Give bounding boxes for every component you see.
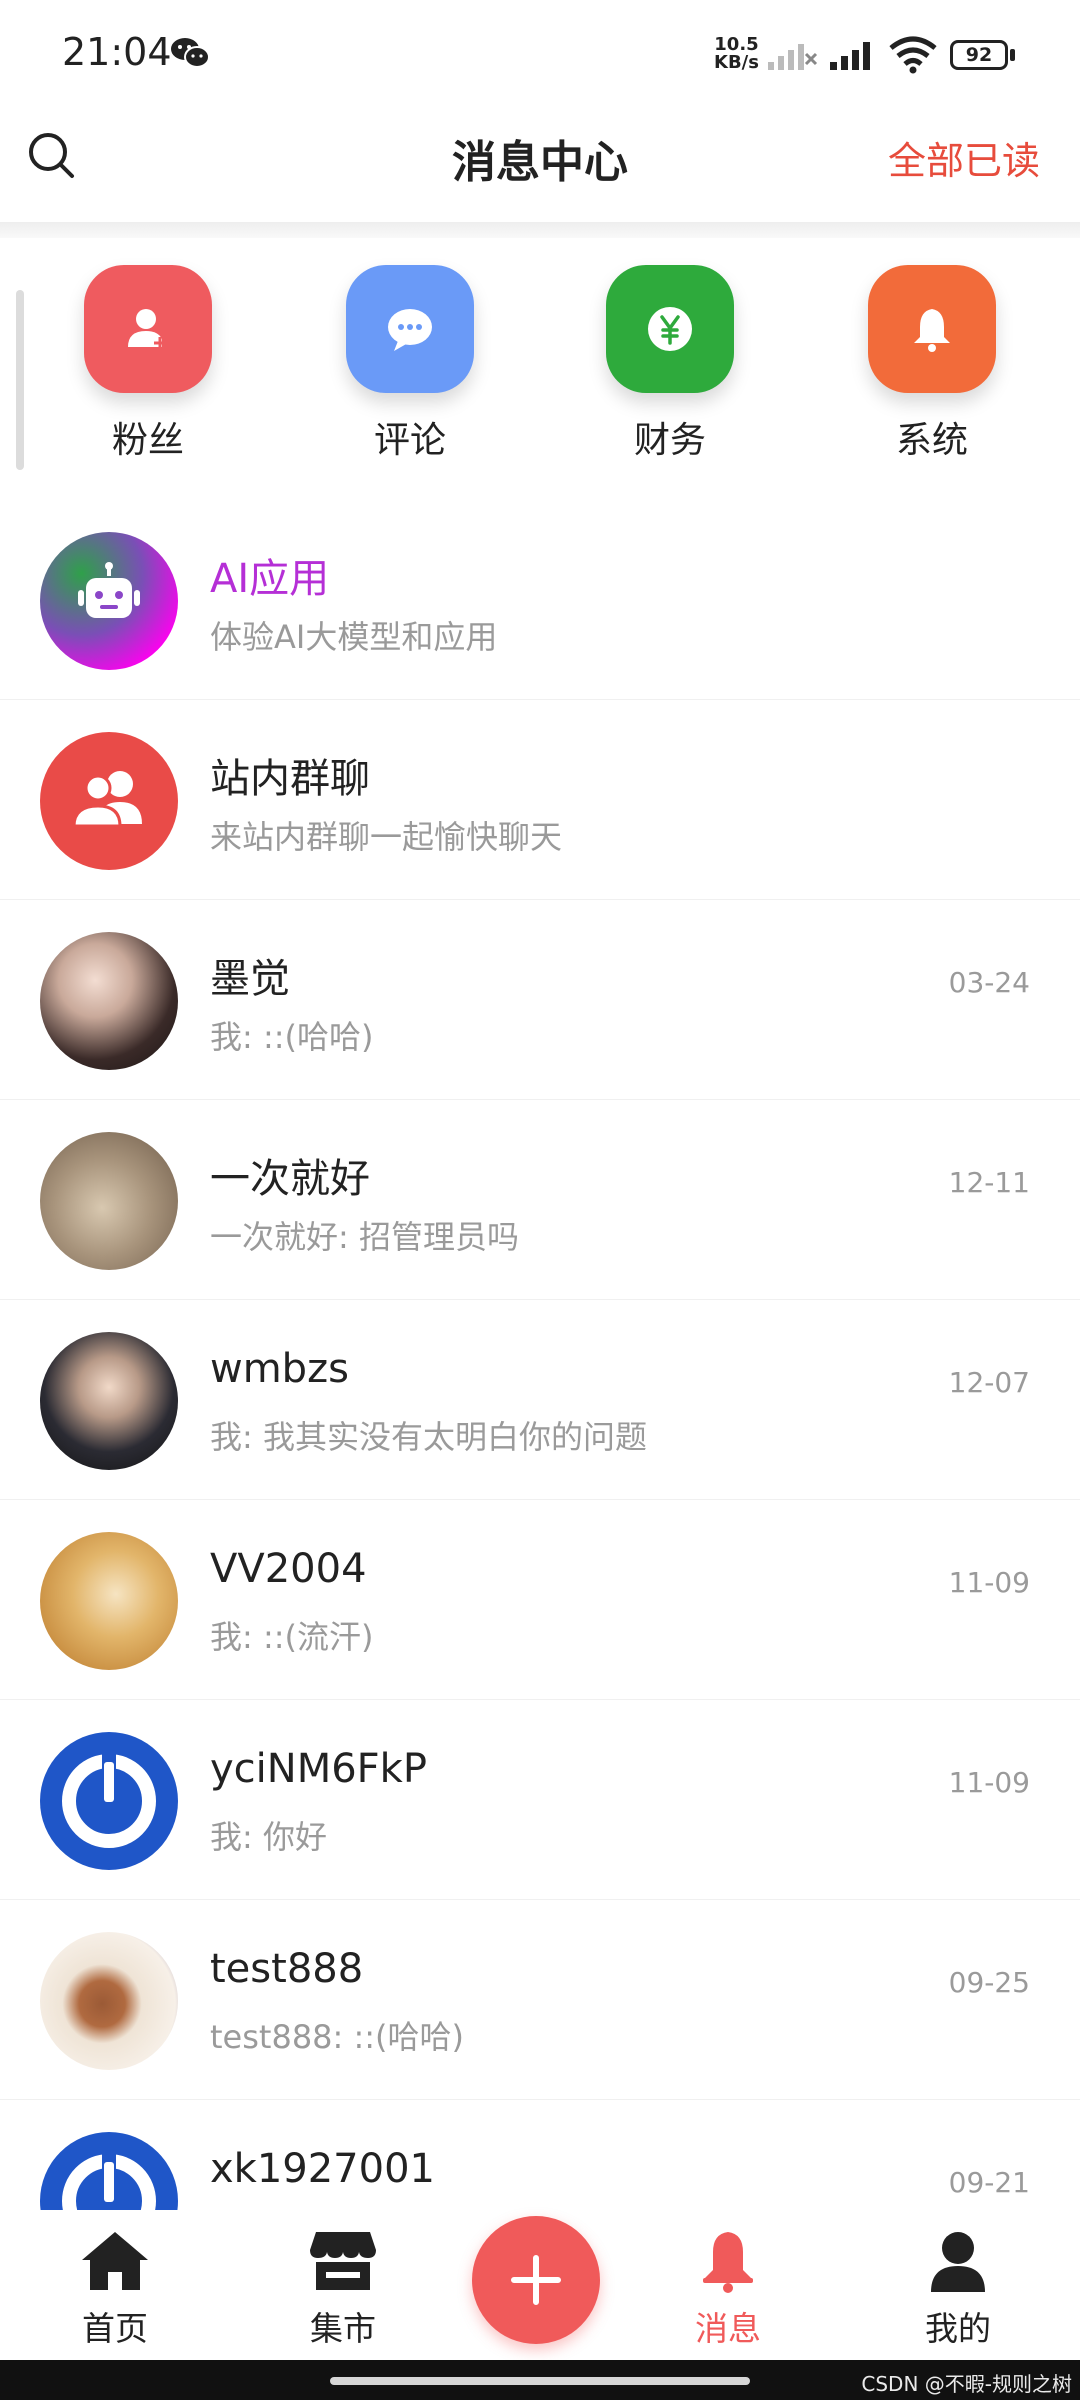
plus-icon — [511, 2255, 561, 2305]
conversation-preview: 我: ::(哈哈) — [210, 1018, 374, 1056]
category-comments[interactable]: 评论 — [330, 265, 490, 465]
category-label: 财务 — [633, 420, 706, 461]
bell-icon — [703, 2232, 753, 2293]
bell-icon — [868, 265, 996, 393]
home-icon — [82, 2232, 148, 2290]
battery-level: 92 — [965, 44, 993, 66]
nav-label: 首页 — [82, 2309, 148, 2348]
group-icon — [72, 771, 142, 828]
conversation-name: xk1927001 — [210, 2146, 435, 2192]
conversation-item[interactable]: wmbzs 我: 我其实没有太明白你的问题 12-07 — [0, 1300, 1080, 1500]
avatar — [40, 1532, 178, 1670]
yuan-icon — [606, 265, 734, 393]
power-logo-icon — [62, 2154, 156, 2210]
conversation-name: VV2004 — [210, 1546, 367, 1592]
avatar — [40, 732, 178, 870]
wifi-icon — [889, 36, 937, 74]
conversation-list: AI应用 体验AI大模型和应用 站内群聊 来站内群聊一起愉快聊天 墨觉 我: :… — [0, 500, 1080, 2210]
avatar — [40, 932, 178, 1070]
conversation-name: 站内群聊 — [210, 756, 370, 802]
conversation-preview: 来站内群聊一起愉快聊天 — [210, 818, 563, 856]
conversation-time: 09-25 — [948, 1966, 1030, 1999]
create-button[interactable] — [472, 2216, 600, 2344]
conversation-item[interactable]: VV2004 我: ::(流汗) 11-09 — [0, 1500, 1080, 1700]
robot-icon — [78, 562, 140, 618]
wechat-icon — [171, 38, 210, 68]
conversation-time: 12-11 — [948, 1166, 1030, 1199]
conversation-item[interactable]: 墨觉 我: ::(哈哈) 03-24 — [0, 900, 1080, 1100]
status-time: 21:04 — [62, 30, 172, 74]
user-icon — [931, 2232, 985, 2292]
store-icon — [310, 2232, 376, 2290]
net-speed: 10.5 KB/s — [714, 36, 759, 72]
conversation-time: 12-07 — [948, 1366, 1030, 1399]
avatar — [40, 2132, 178, 2210]
nav-label: 我的 — [925, 2309, 991, 2348]
conversation-item[interactable]: xk1927001 09-21 — [0, 2100, 1080, 2210]
signal-icon — [768, 44, 818, 70]
conversation-name: wmbzs — [210, 1346, 349, 1392]
home-indicator[interactable] — [330, 2377, 750, 2385]
category-fans[interactable]: 粉丝 — [68, 265, 228, 465]
battery-icon: 92 — [950, 40, 1016, 70]
conversation-name: AI应用 — [210, 556, 330, 602]
conversation-time: 11-09 — [948, 1766, 1030, 1799]
conversation-item[interactable]: yciNM6FkP 我: 你好 11-09 — [0, 1700, 1080, 1900]
conversation-time: 03-24 — [948, 966, 1030, 999]
conversation-item[interactable]: test888 test888: ::(哈哈) 09-25 — [0, 1900, 1080, 2100]
conversation-ai[interactable]: AI应用 体验AI大模型和应用 — [0, 500, 1080, 700]
conversation-preview: 我: 我其实没有太明白你的问题 — [210, 1418, 647, 1456]
avatar — [40, 1132, 178, 1270]
header: 消息中心 全部已读 — [0, 100, 1080, 224]
net-speed-unit: KB/s — [714, 52, 759, 73]
conversation-time: 11-09 — [948, 1566, 1030, 1599]
conversation-name: yciNM6FkP — [210, 1746, 427, 1792]
user-add-icon — [84, 265, 212, 393]
conversation-preview: 我: ::(流汗) — [210, 1618, 374, 1656]
conversation-name: 墨觉 — [210, 956, 290, 1002]
avatar — [40, 1332, 178, 1470]
conversation-name: 一次就好 — [210, 1156, 370, 1202]
nav-home[interactable]: 首页 — [35, 2228, 195, 2350]
bottom-nav: 首页 集市 消息 我的 — [0, 2210, 1080, 2360]
power-logo-icon — [62, 1754, 156, 1848]
category-label: 系统 — [895, 420, 968, 461]
conversation-preview: 我: 你好 — [210, 1818, 327, 1856]
avatar — [40, 1932, 178, 2070]
avatar — [40, 532, 178, 670]
category-system[interactable]: 系统 — [852, 265, 1012, 465]
avatar — [40, 1732, 178, 1870]
mark-all-read-button[interactable]: 全部已读 — [888, 130, 1040, 185]
nav-profile[interactable]: 我的 — [878, 2228, 1038, 2350]
nav-label: 集市 — [310, 2309, 376, 2348]
conversation-preview: 一次就好: 招管理员吗 — [210, 1218, 519, 1256]
conversation-preview: 体验AI大模型和应用 — [210, 618, 498, 656]
header-divider — [0, 222, 1080, 238]
nav-label: 消息 — [695, 2309, 761, 2348]
category-finance[interactable]: 财务 — [590, 265, 750, 465]
conversation-name: test888 — [210, 1946, 364, 1992]
comment-icon — [346, 265, 474, 393]
conversation-item[interactable]: 一次就好 一次就好: 招管理员吗 12-11 — [0, 1100, 1080, 1300]
category-label: 评论 — [373, 420, 446, 461]
conversation-time: 09-21 — [948, 2166, 1030, 2199]
conversation-group-chat[interactable]: 站内群聊 来站内群聊一起愉快聊天 — [0, 700, 1080, 900]
nav-market[interactable]: 集市 — [263, 2228, 423, 2350]
status-bar: 21:04 10.5 KB/s 92 — [0, 0, 1080, 100]
scroll-indicator — [16, 290, 24, 470]
watermark: CSDN @不暇-规则之树 — [861, 2372, 1072, 2396]
nav-messages[interactable]: 消息 — [648, 2228, 808, 2350]
category-label: 粉丝 — [111, 420, 184, 461]
conversation-preview: test888: ::(哈哈) — [210, 2018, 465, 2056]
signal-icon — [830, 42, 870, 70]
